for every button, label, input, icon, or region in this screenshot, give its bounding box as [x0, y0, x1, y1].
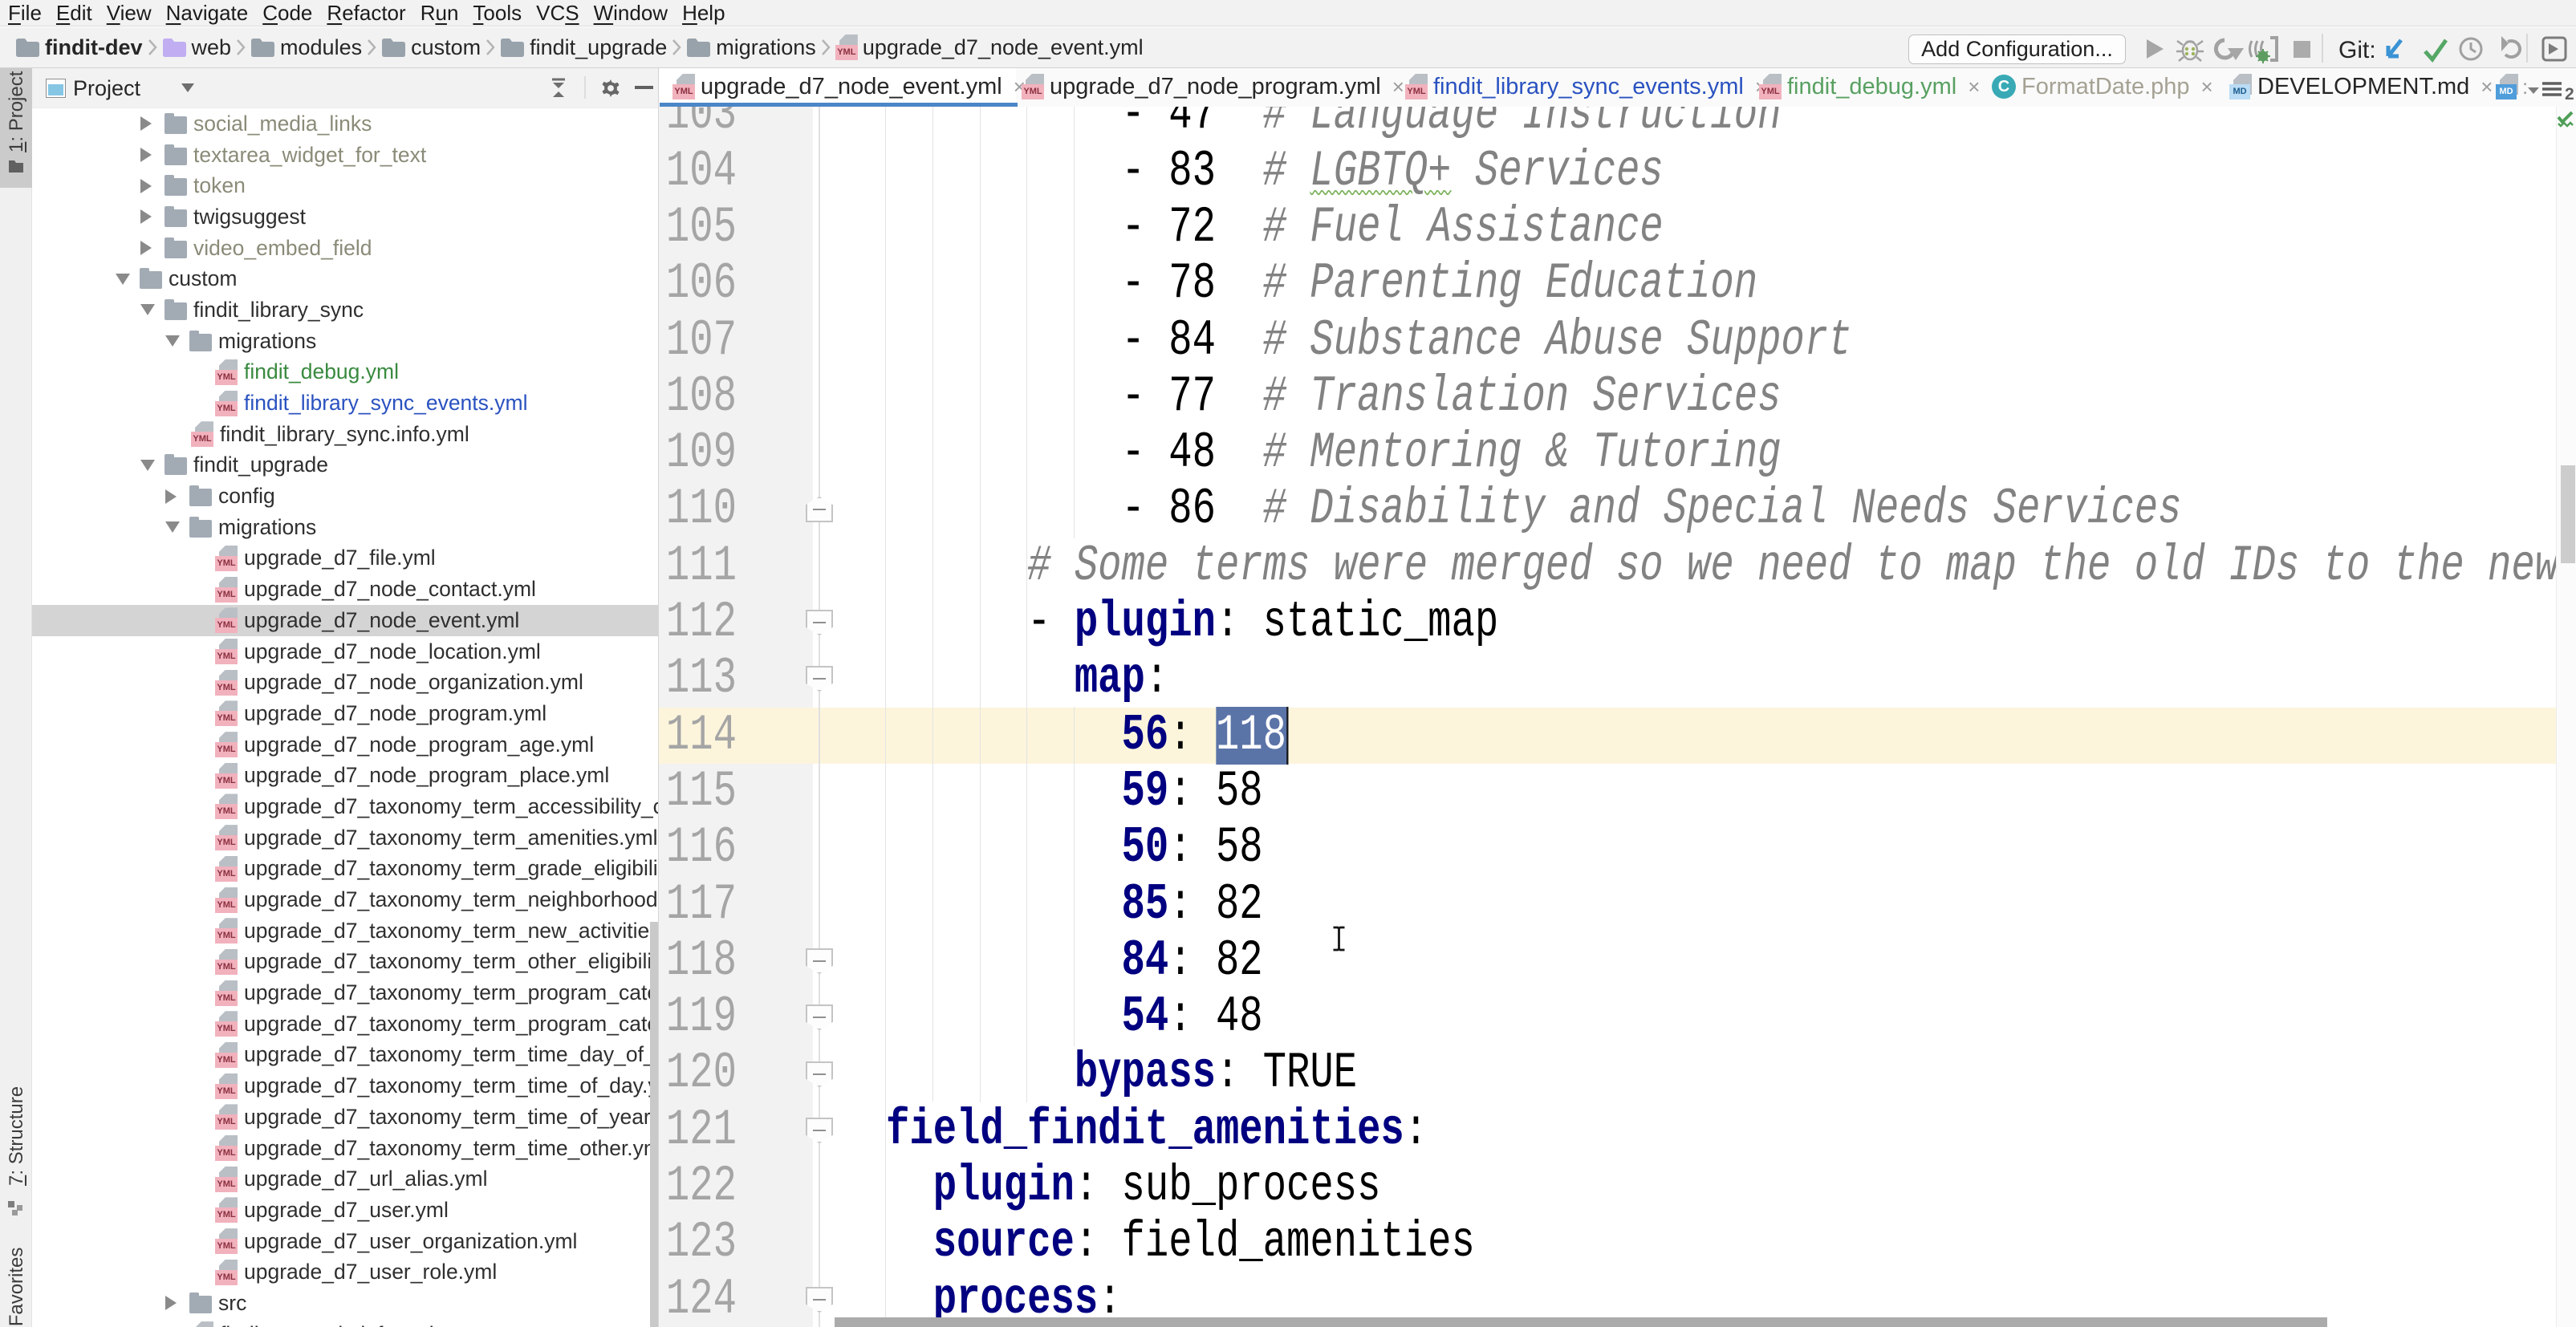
svg-text:Git:: Git:: [2338, 37, 2376, 63]
svg-text:2: 2: [2565, 85, 2574, 102]
